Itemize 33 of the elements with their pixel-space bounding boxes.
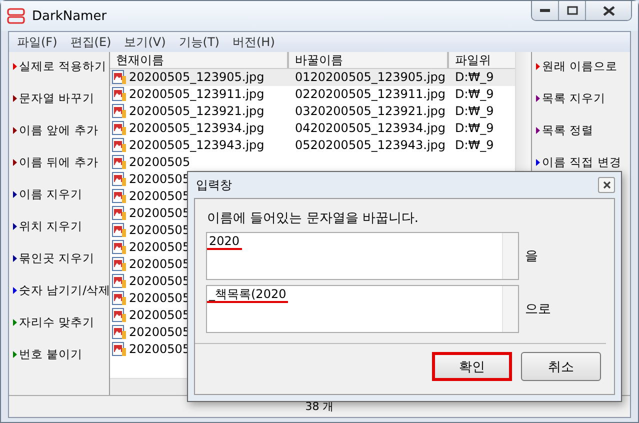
table-cell: D:₩_9 <box>455 121 494 136</box>
table-cell: 20200505 <box>129 274 190 289</box>
table-cell: 0420200505_123934.jpg <box>295 121 446 136</box>
table-cell: 20200505 <box>129 291 190 306</box>
table-cell: 20200505 <box>129 223 190 238</box>
table-cell: 0220200505_123911.jpg <box>295 87 446 102</box>
table-cell: 20200505_123934.jpg <box>129 121 264 136</box>
table-cell: 0520200505_123943.jpg <box>295 138 446 153</box>
field-suffix-label: 으로 <box>525 301 551 318</box>
table-cell: 20200505 <box>129 240 190 255</box>
dialog-message: 이름에 들어있는 문자열을 바꿉니다. <box>207 210 419 227</box>
table-cell: D:₩_9 <box>455 138 494 153</box>
file-count: 38 개 <box>305 399 334 414</box>
table-cell: 20200505 <box>129 342 190 357</box>
table-cell: 20200505_123921.jpg <box>129 104 264 119</box>
table-cell: 20200505 <box>129 189 190 204</box>
table-cell: 20200505_123911.jpg <box>129 87 264 102</box>
table-cell: 20200505_123943.jpg <box>129 138 264 153</box>
table-cell: 20200505 <box>129 257 190 272</box>
field-suffix-label: 을 <box>525 248 538 265</box>
table-cell: 20200505 <box>129 325 190 340</box>
table-cell: 20200505 <box>129 155 190 170</box>
table-cell: 20200505_123905.jpg <box>129 70 264 85</box>
table-cell: D:₩_9 <box>455 87 494 102</box>
table-cell: 0320200505_123921.jpg <box>295 104 446 119</box>
table-cell: 20200505 <box>129 172 190 187</box>
table-cell: 20200505 <box>129 308 190 323</box>
table-cell: D:₩_9 <box>455 104 494 119</box>
table-cell: D:₩_9 <box>455 70 494 85</box>
table-cell: 20200505 <box>129 206 190 221</box>
table-cell: 0120200505_123905.jpg <box>295 70 446 85</box>
window-title: DarkNamer <box>32 8 107 24</box>
dialog-title: 입력창 <box>196 176 232 194</box>
